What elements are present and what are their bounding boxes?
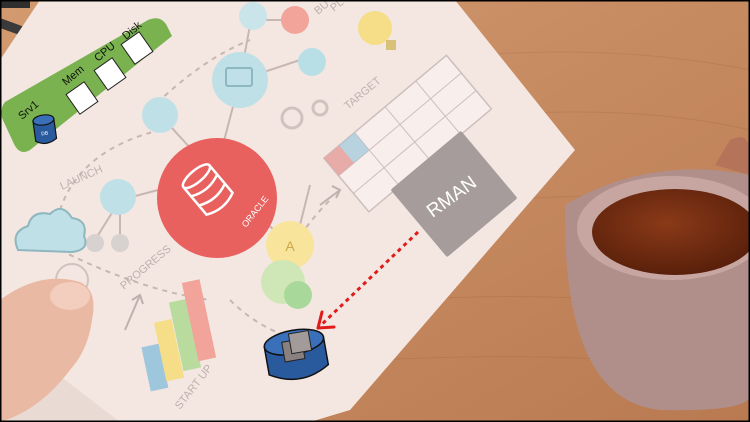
lightbulb-base [386,40,396,50]
monitor-node [212,52,268,108]
lightbulb-icon [358,11,392,45]
sketch-circle [100,179,136,215]
oracle-node: ORACLE [157,138,277,258]
a-node-label: A [285,238,295,254]
sketch-circle [298,48,326,76]
scene-illustration: A LAUNCH PROGRESS START UP TARGET BU PL [0,0,750,422]
sketch-circle [284,281,312,309]
sketch-circle [111,234,129,252]
sketch-circle [86,234,104,252]
scene: A LAUNCH PROGRESS START UP TARGET BU PL [0,0,750,422]
sketch-circle [239,2,267,30]
sketch-circle [281,6,309,34]
sketch-circle [142,97,178,133]
db-icon: DB [32,114,58,145]
